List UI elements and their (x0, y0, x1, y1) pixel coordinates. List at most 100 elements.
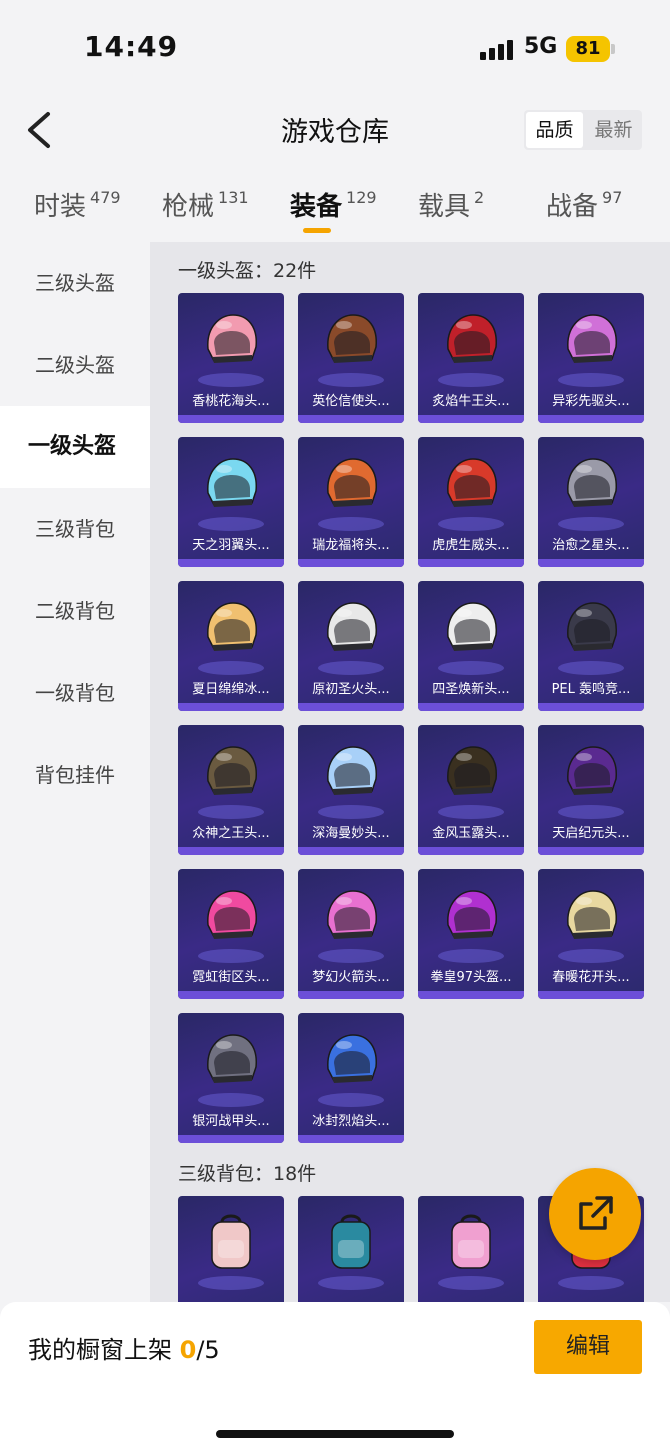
item-name: 霓虹街区头... (192, 970, 270, 985)
sidebar-item-level2-helmet[interactable]: 二级头盔 (0, 324, 150, 406)
category-tabs: 时装 479 枪械 131 装备 129 载具 2 战备 97 (0, 178, 670, 238)
item-card[interactable]: 银河战甲头... (178, 1013, 284, 1143)
sidebar-item-level2-backpack[interactable]: 二级背包 (0, 570, 150, 652)
tab-label: 载具 (418, 192, 471, 222)
sidebar-item-level1-helmet[interactable]: 一级头盔 (0, 406, 150, 488)
showcase-status: 我的橱窗上架 0/5 (28, 1330, 220, 1365)
tab-fashion[interactable]: 时装 479 (34, 186, 121, 223)
item-grid-panel[interactable]: 一级头盔：22件 香桃花海头... 英伦信使头... 炙焰牛王头... 异彩先驱头...… (150, 242, 670, 1302)
item-card[interactable]: 冰封烈焰头... (298, 1013, 404, 1143)
network-type: 5G (524, 34, 558, 59)
card-glow (318, 1093, 384, 1107)
helmet-icon (447, 314, 497, 363)
item-card[interactable]: 虎虎生威头... (418, 437, 524, 567)
helmet-icon (207, 458, 257, 507)
item-name: 香桃花海头... (192, 394, 270, 409)
item-card[interactable]: 金风玉露头... (418, 725, 524, 855)
item-card[interactable]: 治愈之星头... (538, 437, 644, 567)
sort-quality-button[interactable]: 品质 (526, 112, 583, 148)
card-glow (198, 373, 264, 387)
item-name: PEL 轰鸣竞... (551, 682, 631, 697)
tab-guns[interactable]: 枪械 131 (162, 186, 249, 223)
helmet-icon (567, 746, 617, 795)
item-card[interactable]: 春暖花开头... (538, 869, 644, 999)
item-name: 原初圣火头... (312, 682, 390, 697)
card-glow (198, 1093, 264, 1107)
item-card[interactable]: PEL 轰鸣竞... (538, 581, 644, 711)
item-card[interactable]: 异彩先驱头... (538, 293, 644, 423)
item-name: 夏日绵绵冰... (192, 682, 270, 697)
item-card[interactable] (418, 1196, 524, 1302)
item-card[interactable]: 香桃花海头... (178, 293, 284, 423)
helmet-icon (207, 602, 257, 651)
tab-count: 2 (474, 188, 485, 207)
card-glow (198, 517, 264, 531)
card-glow (438, 661, 504, 675)
helmet-icon (327, 602, 377, 651)
item-name: 拳皇97头盔... (430, 970, 512, 985)
item-name: 天启纪元头... (552, 826, 630, 841)
sidebar: 三级头盔 二级头盔 一级头盔 三级背包 二级背包 一级背包 背包挂件 (0, 242, 150, 1302)
item-card[interactable]: 天之羽翼头... (178, 437, 284, 567)
sidebar-item-backpack-charm[interactable]: 背包挂件 (0, 734, 150, 816)
item-card[interactable]: 天启纪元头... (538, 725, 644, 855)
item-card[interactable] (178, 1196, 284, 1302)
helmet-icon (327, 890, 377, 939)
item-card[interactable]: 众神之王头... (178, 725, 284, 855)
item-card[interactable]: 夏日绵绵冰... (178, 581, 284, 711)
item-name: 英伦信使头... (312, 394, 390, 409)
active-tab-indicator (303, 228, 331, 233)
edit-button[interactable]: 编辑 (534, 1320, 642, 1374)
helmet-icon (327, 746, 377, 795)
helmet-icon (567, 890, 617, 939)
backpack-icon (451, 1214, 491, 1269)
sidebar-item-level3-backpack[interactable]: 三级背包 (0, 488, 150, 570)
item-card[interactable]: 深海曼妙头... (298, 725, 404, 855)
item-name: 春暖花开头... (552, 970, 630, 985)
item-card[interactable]: 霓虹街区头... (178, 869, 284, 999)
card-glow (438, 805, 504, 819)
tab-count: 131 (218, 188, 249, 207)
helmet-icon (447, 458, 497, 507)
item-card[interactable]: 拳皇97头盔... (418, 869, 524, 999)
item-card[interactable] (298, 1196, 404, 1302)
item-name: 天之羽翼头... (192, 538, 270, 553)
helmet-icon (207, 314, 257, 363)
card-glow (558, 661, 624, 675)
section-title: 三级背包：18件 (178, 1163, 317, 1185)
card-glow (558, 373, 624, 387)
item-card[interactable]: 梦幻火箭头... (298, 869, 404, 999)
tab-equipment[interactable]: 装备 129 (290, 186, 377, 223)
item-card[interactable]: 英伦信使头... (298, 293, 404, 423)
item-card[interactable]: 炙焰牛王头... (418, 293, 524, 423)
sidebar-item-level3-helmet[interactable]: 三级头盔 (0, 242, 150, 324)
helmet-icon (327, 1034, 377, 1083)
tab-supplies[interactable]: 战备 97 (546, 186, 622, 223)
item-name: 深海曼妙头... (312, 826, 390, 841)
item-name: 瑞龙福将头... (312, 538, 390, 553)
card-glow (438, 517, 504, 531)
item-card[interactable]: 四圣焕新头... (418, 581, 524, 711)
showcase-total: /5 (196, 1336, 220, 1364)
helmet-icon (447, 602, 497, 651)
helmet-icon (207, 1034, 257, 1083)
item-card[interactable]: 原初圣火头... (298, 581, 404, 711)
helmet-icon (567, 314, 617, 363)
tab-vehicles[interactable]: 载具 2 (418, 186, 484, 223)
tab-count: 97 (602, 188, 623, 207)
card-glow (198, 949, 264, 963)
item-name: 四圣焕新头... (432, 682, 510, 697)
item-name: 冰封烈焰头... (312, 1114, 390, 1129)
card-glow (318, 517, 384, 531)
sort-toggle[interactable]: 品质 最新 (524, 110, 642, 150)
item-name: 银河战甲头... (192, 1114, 270, 1129)
card-glow (198, 1276, 264, 1290)
item-name: 异彩先驱头... (552, 394, 630, 409)
card-glow (198, 805, 264, 819)
sort-latest-button[interactable]: 最新 (585, 110, 642, 150)
tab-label: 枪械 (162, 192, 215, 222)
sidebar-item-level1-backpack[interactable]: 一级背包 (0, 652, 150, 734)
battery-tip (611, 44, 615, 54)
item-card[interactable]: 瑞龙福将头... (298, 437, 404, 567)
share-button[interactable] (549, 1168, 641, 1260)
